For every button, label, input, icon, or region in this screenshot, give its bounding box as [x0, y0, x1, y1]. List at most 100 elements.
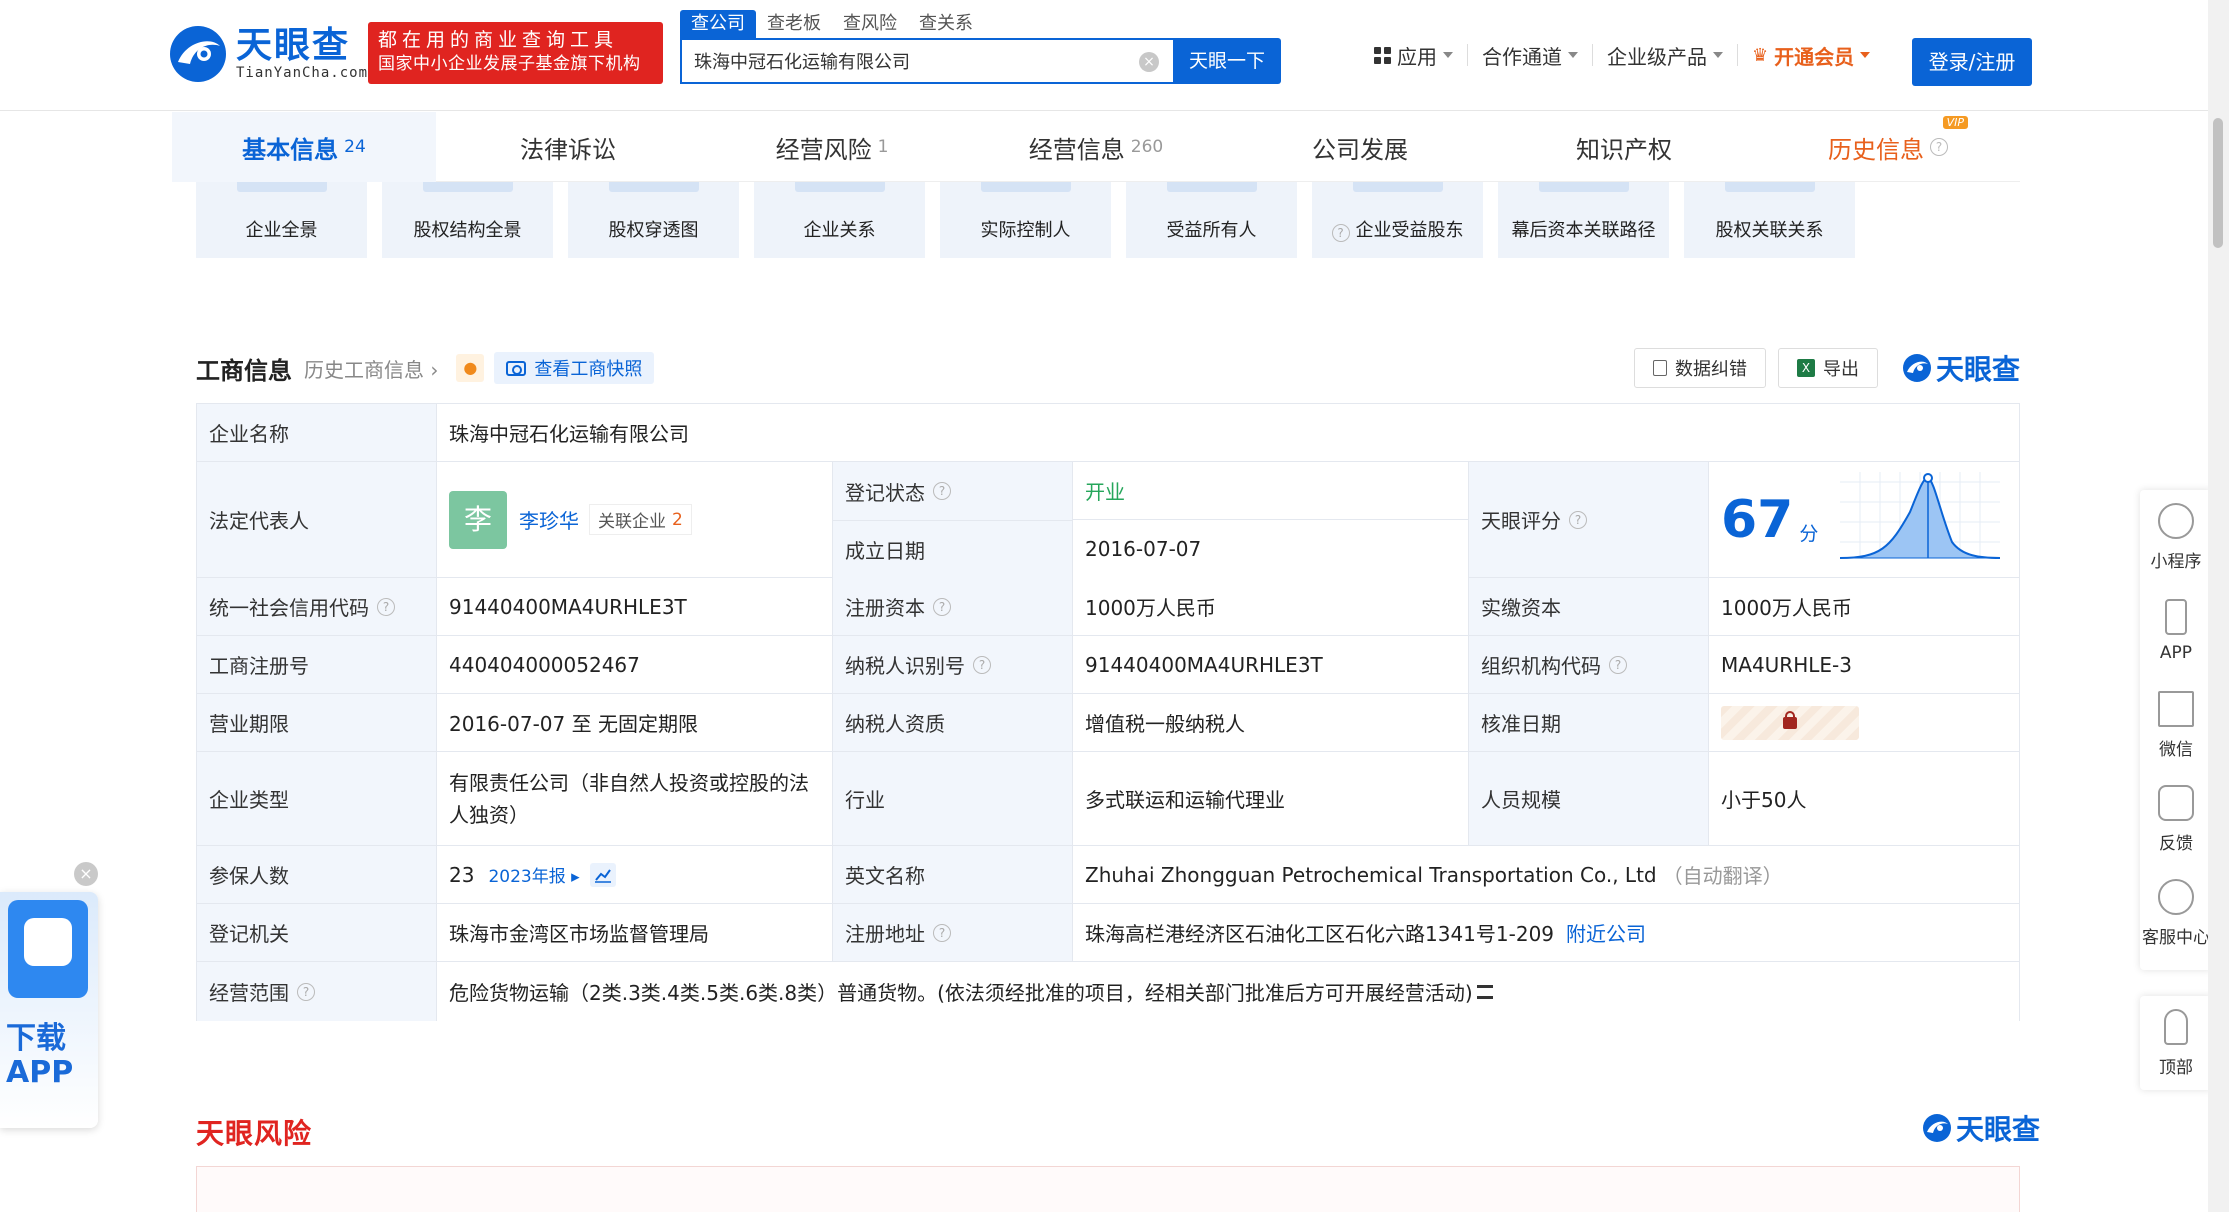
related-companies-label: 关联企业 — [598, 512, 666, 532]
insured-cell: 23 2023年报 ▸ — [437, 846, 833, 903]
help-icon[interactable]: ? — [1569, 510, 1587, 529]
avatar: 李 — [449, 490, 507, 549]
site-logo[interactable]: 天眼查 TianYanCha.com — [168, 22, 368, 86]
lock-icon[interactable] — [1721, 705, 1859, 740]
search-button[interactable]: 天眼一下 — [1173, 38, 1281, 84]
nav-partner[interactable]: 合作通道 — [1468, 44, 1593, 69]
related-companies-tag[interactable]: 关联企业 2 — [589, 504, 692, 535]
side-customer-service[interactable]: 客服中心 — [2140, 866, 2212, 960]
tab-operating-risk[interactable]: 经营风险 1 — [700, 112, 964, 182]
side-label: APP — [2159, 643, 2193, 663]
legal-rep-link[interactable]: 李珍华 — [519, 505, 579, 534]
data-correct-button[interactable]: 数据纠错 — [1633, 348, 1766, 388]
tab-legal[interactable]: 法律诉讼 — [436, 112, 700, 182]
help-icon[interactable]: ? — [297, 982, 315, 1001]
tile-label: 企业受益股东 — [1355, 220, 1464, 241]
download-line-2: APP — [6, 1055, 74, 1090]
tab-label: 知识产权 — [1576, 135, 1672, 164]
back-to-top-button[interactable]: 顶部 — [2140, 996, 2212, 1090]
side-wechat[interactable]: 微信 — [2140, 678, 2212, 772]
brand-watermark: 天眼查 — [1902, 348, 2020, 388]
legal-rep-label: 法定代表人 — [197, 462, 437, 577]
tile-enterprise-relations[interactable]: 企业关系 — [754, 182, 925, 258]
industry-label: 行业 — [833, 752, 1073, 845]
tab-ip[interactable]: 知识产权 — [1492, 112, 1756, 182]
tile-beneficial-owner[interactable]: 受益所有人 — [1126, 182, 1297, 258]
search-tab-relation[interactable]: 查关系 — [908, 10, 984, 38]
side-app[interactable]: APP — [2140, 584, 2212, 678]
export-button[interactable]: X 导出 — [1777, 348, 1878, 388]
found-date-value: 2016-07-07 — [1073, 520, 1469, 578]
login-register-button[interactable]: 登录/注册 — [1912, 38, 2032, 86]
tab-development[interactable]: 公司发展 — [1228, 112, 1492, 182]
legal-rep-cell: 李 李珍华 关联企业 2 — [437, 462, 833, 577]
search-tab-boss[interactable]: 查老板 — [756, 10, 832, 38]
expand-icon[interactable] — [1476, 984, 1493, 999]
help-icon[interactable]: ? — [1930, 138, 1948, 156]
tile-capital-path[interactable]: 幕后资本关联路径 — [1498, 182, 1669, 258]
tab-count: 24 — [344, 137, 366, 157]
download-app-float[interactable]: 下载 APP — [0, 892, 98, 1128]
side-mini-program[interactable]: 小程序 — [2140, 490, 2212, 584]
tab-history[interactable]: VIP 历史信息? — [1756, 112, 2020, 182]
annual-report-label: 2023年报 — [488, 867, 566, 887]
search-tab-company[interactable]: 查公司 — [680, 10, 756, 38]
search-input[interactable] — [694, 50, 1134, 72]
score-distribution-chart[interactable] — [1840, 471, 2001, 568]
phone-icon — [2165, 599, 2187, 635]
company-tabs: 基本信息 24 法律诉讼 经营风险 1 经营信息 260 公司发展 知识产权 VIP … — [172, 112, 2020, 182]
company-type-value: 有限责任公司（非自然人投资或控股的法人独资） — [437, 752, 833, 845]
credit-code-label-text: 统一社会信用代码 — [209, 596, 369, 620]
tab-basic-info[interactable]: 基本信息 24 — [172, 112, 436, 182]
tile-enterprise-panorama[interactable]: 企业全景 — [196, 182, 367, 258]
company-name-value: 珠海中冠石化运输有限公司 — [437, 404, 2019, 461]
tile-label: 企业关系 — [803, 220, 876, 241]
risk-section-title: 天眼风险 — [196, 1117, 313, 1150]
help-icon[interactable]: ? — [933, 482, 951, 500]
nearby-companies-link[interactable]: 附近公司 — [1566, 918, 1646, 947]
trend-chart-icon[interactable] — [589, 862, 616, 887]
tab-label: 法律诉讼 — [520, 135, 616, 164]
search-box: × — [680, 38, 1173, 84]
tile-equity-relation[interactable]: 股权关联关系 — [1684, 182, 1855, 258]
scrollbar-thumb[interactable] — [2213, 118, 2223, 248]
help-icon[interactable]: ? — [1609, 655, 1627, 674]
help-icon[interactable]: ? — [377, 597, 395, 616]
score-label-text: 天眼评分 — [1481, 509, 1561, 533]
bell-icon[interactable]: ● — [456, 354, 485, 382]
tile-equity-penetration[interactable]: 股权穿透图 — [568, 182, 739, 258]
tile-equity-structure[interactable]: 股权结构全景 — [382, 182, 553, 258]
clear-search-icon[interactable]: × — [1139, 52, 1159, 72]
tianyancha-logo-icon — [170, 26, 226, 82]
tile-label: 受益所有人 — [1166, 220, 1257, 241]
side-label: 小程序 — [2150, 551, 2202, 572]
chevron-down-icon — [1568, 52, 1578, 58]
nav-vip[interactable]: ♛ 开通会员 — [1738, 44, 1884, 69]
nav-enterprise[interactable]: 企业级产品 — [1593, 44, 1738, 69]
apps-grid-icon — [1374, 46, 1391, 64]
close-icon[interactable]: × — [74, 862, 98, 886]
org-code-value: MA4URHLE-3 — [1709, 636, 2019, 693]
help-icon[interactable]: ? — [933, 597, 951, 616]
tianyancha-logo-icon — [1902, 354, 1931, 382]
nav-apps[interactable]: 应用 — [1360, 44, 1468, 69]
tile-thumbnail — [1166, 182, 1257, 192]
slogan-banner: 都在用的商业查询工具 国家中小企业发展子基金旗下机构 — [368, 22, 663, 84]
side-label: 反馈 — [2159, 833, 2193, 854]
side-feedback[interactable]: 反馈 — [2140, 772, 2212, 866]
search-tab-risk[interactable]: 查风险 — [832, 10, 908, 38]
tab-label: 公司发展 — [1312, 135, 1408, 164]
credit-code-value: 91440400MA4URHLE3T — [437, 578, 833, 635]
chevron-down-icon — [1443, 52, 1453, 58]
help-icon[interactable]: ? — [973, 655, 991, 674]
help-icon[interactable]: ? — [933, 923, 951, 942]
history-business-info-link[interactable]: 历史工商信息 › — [304, 354, 438, 383]
company-name-label: 企业名称 — [197, 404, 437, 461]
tab-operating-info[interactable]: 经营信息 260 — [964, 112, 1228, 182]
annual-report-link[interactable]: 2023年报 ▸ — [488, 862, 579, 887]
snapshot-button[interactable]: 查看工商快照 — [494, 352, 655, 384]
help-icon[interactable]: ? — [1331, 224, 1350, 242]
tile-actual-controller[interactable]: 实际控制人 — [940, 182, 1111, 258]
nav-vip-label: 开通会员 — [1774, 44, 1855, 69]
tile-beneficial-shareholder[interactable]: ? 企业受益股东 — [1312, 182, 1483, 258]
